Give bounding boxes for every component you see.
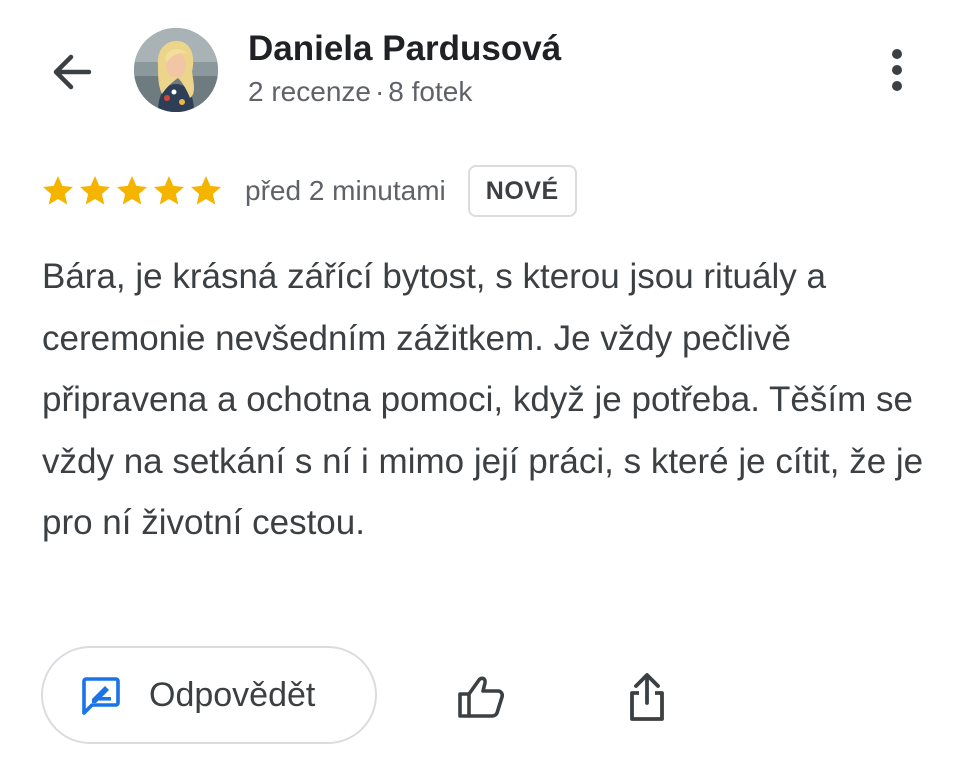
- rating-row: před 2 minutami NOVÉ: [40, 163, 577, 219]
- user-name[interactable]: Daniela Pardusová: [248, 28, 561, 70]
- thumb-up-icon: [458, 676, 505, 718]
- arrow-left-icon: [53, 54, 92, 90]
- new-badge: NOVÉ: [467, 165, 577, 217]
- avatar[interactable]: [134, 28, 218, 112]
- user-meta: 2 recenze · 8 fotek: [248, 74, 561, 110]
- star-icon: [117, 176, 147, 205]
- star-icon: [80, 176, 110, 205]
- reply-button[interactable]: Odpovědět: [41, 646, 377, 744]
- reply-label: Odpovědět: [149, 675, 316, 714]
- user-header: Daniela Pardusová 2 recenze · 8 fotek: [248, 28, 561, 110]
- more-options-button[interactable]: [872, 42, 922, 98]
- share-button[interactable]: [616, 664, 678, 730]
- star-icon: [191, 176, 221, 205]
- like-button[interactable]: [450, 666, 512, 728]
- share-icon: [630, 673, 664, 721]
- reviews-count: 2 recenze: [248, 76, 371, 107]
- star-icon: [154, 176, 184, 205]
- user-photo: [134, 28, 218, 112]
- photos-count: 8 fotek: [388, 76, 473, 107]
- review-text: Bára, je krásná zářící bytost, s kterou …: [42, 257, 924, 542]
- review-time: před 2 minutami: [245, 175, 446, 206]
- meta-separator: ·: [374, 76, 385, 107]
- star-rating: [40, 173, 225, 209]
- more-vertical-icon: [892, 49, 902, 91]
- rate-review-icon: [82, 677, 120, 715]
- star-icon: [43, 176, 73, 205]
- back-button[interactable]: [44, 44, 100, 100]
